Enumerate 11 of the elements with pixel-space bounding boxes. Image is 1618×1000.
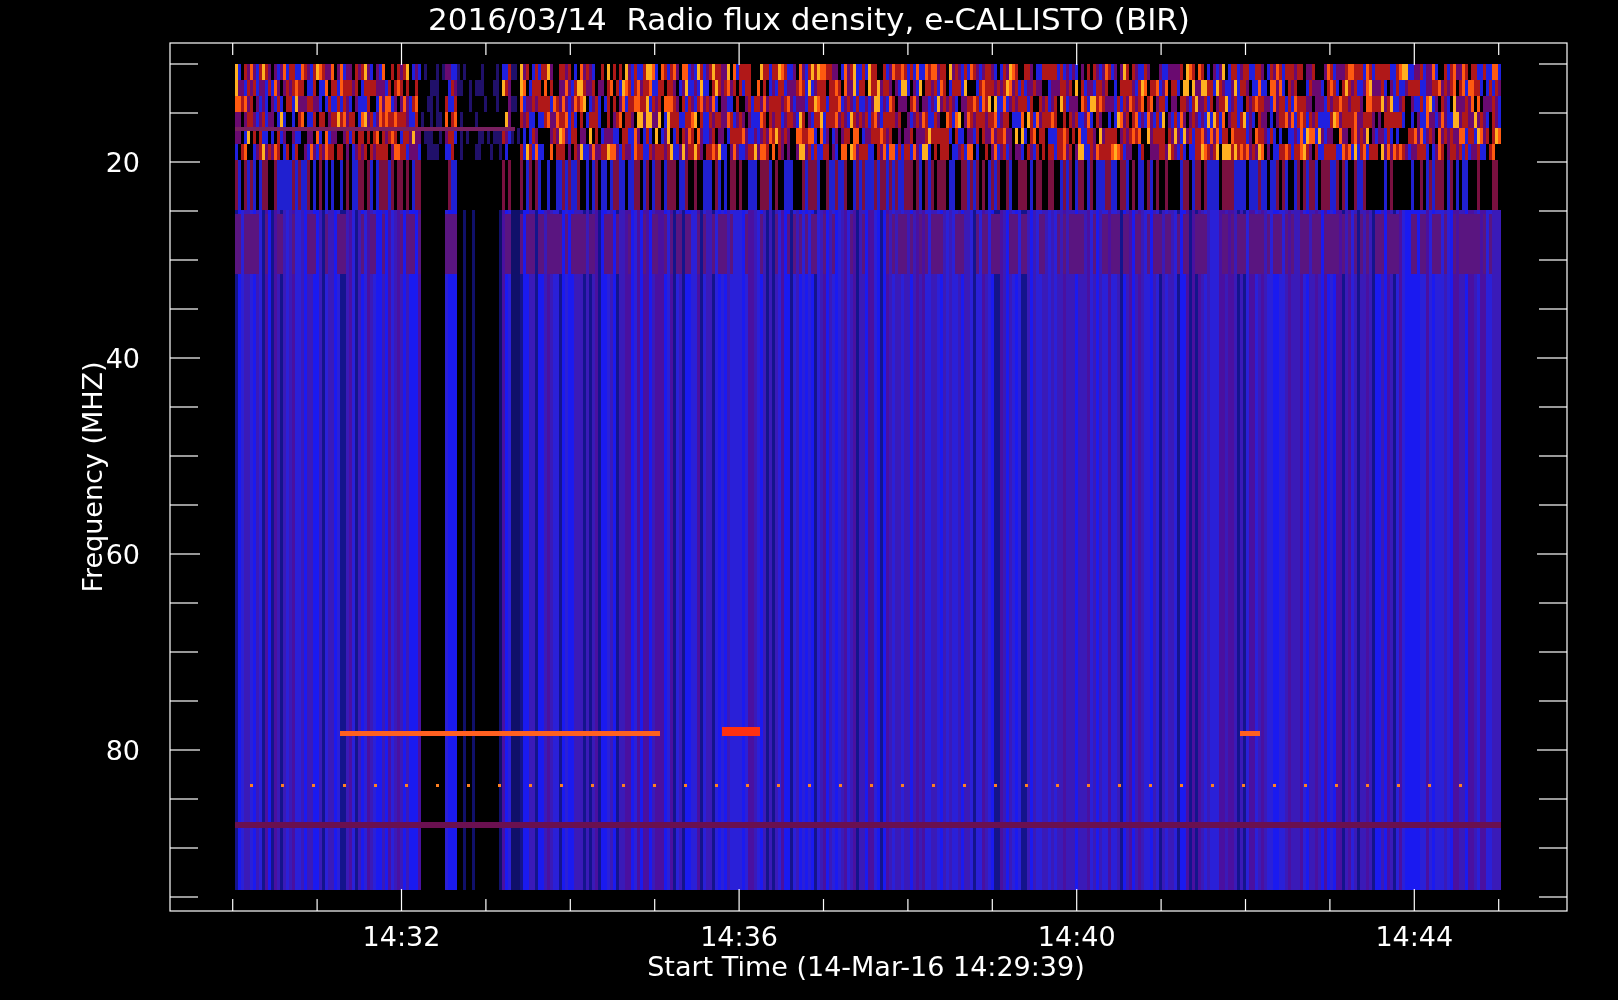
x-tick-label: 14:40 xyxy=(1037,921,1116,952)
y-axis-label: Frequency (MHZ) xyxy=(77,361,108,593)
x-tick-label: 14:36 xyxy=(700,921,778,952)
x-tick-label: 14:32 xyxy=(362,921,441,952)
y-tick-label: 20 xyxy=(105,147,140,178)
x-axis-label: Start Time (14-Mar-16 14:29:39) xyxy=(647,951,1085,982)
plot-title: 2016/03/14 Radio flux density, e-CALLISTO (BIR) xyxy=(428,1,1190,37)
y-tick-label: 60 xyxy=(105,539,140,570)
x-tick-label: 14:44 xyxy=(1375,921,1454,952)
y-tick-label: 40 xyxy=(105,343,140,374)
y-tick-label: 80 xyxy=(105,735,140,766)
